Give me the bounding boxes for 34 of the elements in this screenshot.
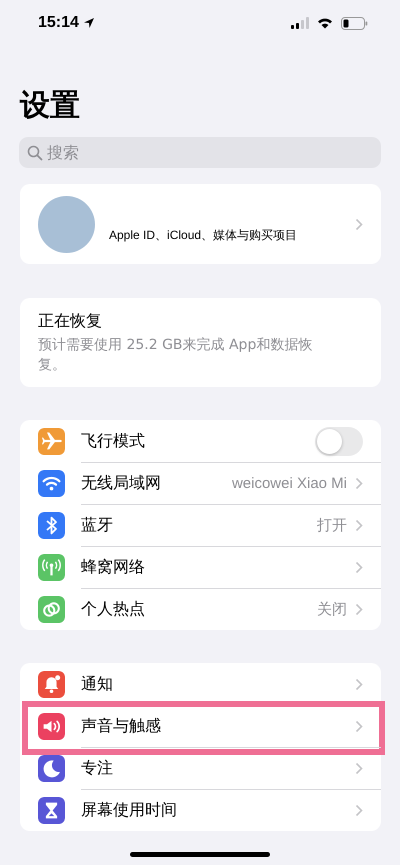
toggle-switch[interactable] — [315, 426, 363, 456]
page-title: 设置 — [20, 88, 81, 124]
setting-label[interactable]: 专注 — [81, 758, 355, 779]
account-card[interactable]: Apple ID、iCloud、媒体与购买项目 — [20, 184, 381, 264]
setting-value: 打开 — [317, 516, 347, 535]
chevron-icon — [355, 678, 363, 690]
setting-label[interactable]: 声音与触感 — [81, 716, 355, 737]
chevron-icon — [355, 804, 363, 817]
setting-label[interactable]: 无线局域网 — [81, 473, 232, 494]
battery-icon — [341, 16, 368, 30]
setting-label[interactable]: 通知 — [81, 674, 355, 694]
account-subtitle: Apple ID、iCloud、媒体与购买项目 — [109, 226, 298, 244]
chevron-icon — [355, 720, 363, 733]
setting-value: weicowei Xiao Mi — [232, 475, 347, 492]
chevron-icon — [355, 561, 363, 574]
wifi-icon — [317, 17, 333, 29]
chevron-icon — [355, 603, 363, 616]
restore-title: 正在恢复 — [38, 310, 103, 332]
setting-label[interactable]: 蓝牙 — [81, 515, 317, 536]
status-time: 15:14 — [38, 14, 79, 32]
signal-icon — [291, 17, 309, 29]
setting-label[interactable]: 蜂窝网络 — [81, 557, 355, 578]
setting-label[interactable]: 屏幕使用时间 — [81, 800, 355, 821]
setting-label[interactable]: 个人热点 — [81, 599, 317, 620]
chevron-icon — [355, 477, 363, 490]
search-field[interactable]: 搜索 — [19, 137, 381, 168]
location-arrow-icon — [82, 17, 95, 29]
chevron-icon — [355, 519, 363, 532]
search-icon — [27, 145, 43, 161]
restore-message: 预计需要使用 25.2 GB来完成 App和数据恢复。 — [38, 336, 314, 375]
setting-label[interactable]: 飞行模式 — [81, 430, 315, 452]
chevron-icon — [355, 762, 363, 775]
setting-value: 关闭 — [317, 600, 347, 619]
chevron-icon — [355, 218, 363, 230]
